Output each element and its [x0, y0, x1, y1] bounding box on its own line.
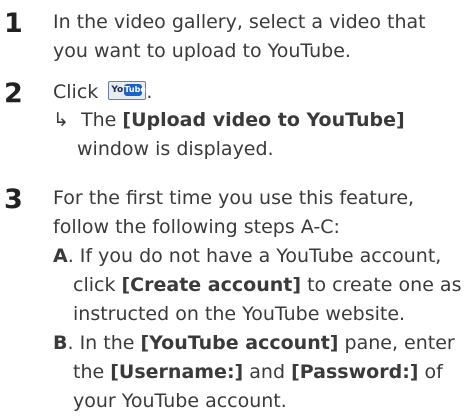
step-number: 3	[4, 184, 23, 215]
step-text: In the video gallery, select a video tha…	[53, 11, 426, 62]
substep-b: B. In the [YouTube account] pane, enter …	[53, 332, 455, 412]
youtube-account-label: [YouTube account]	[140, 332, 339, 354]
window-name: [Upload video to YouTube]	[122, 109, 405, 131]
password-label: [Password:]	[291, 361, 419, 383]
username-label: [Username:]	[110, 361, 244, 383]
result-arrow-icon: ↳	[53, 109, 69, 131]
step-text: For the first time you use this feature,…	[53, 187, 415, 238]
step-number: 2	[4, 78, 23, 109]
step-result: ↳ The [Upload video to YouTube] window is…	[53, 106, 463, 164]
substep-label: A	[53, 245, 68, 267]
instruction-document: 1 In the video gallery, select a video t…	[0, 0, 476, 412]
substep-label: B	[53, 332, 68, 354]
create-account-label: [Create account]	[121, 274, 302, 296]
youtube-upload-icon: You Tube	[108, 81, 147, 100]
step-text: Click You Tube .	[53, 81, 153, 103]
step-number: 1	[4, 8, 23, 39]
substep-a: A. If you do not have a YouTube account,…	[53, 245, 462, 325]
